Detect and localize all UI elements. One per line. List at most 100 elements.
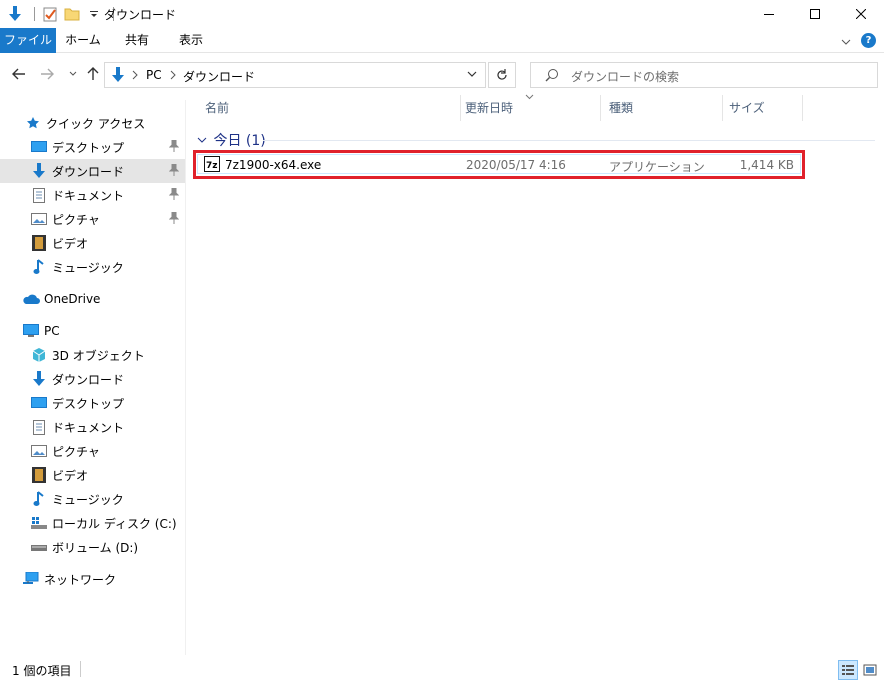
navigation-bar: PC ダウンロード ダウンロードの検索 [0,53,884,95]
forward-button[interactable] [38,65,56,83]
download-icon [30,370,48,388]
sidebar-item-videos[interactable]: ビデオ [0,231,185,255]
sidebar-item-label: OneDrive [44,292,101,306]
back-button[interactable] [10,65,28,83]
pin-icon [168,163,180,179]
sidebar-item-volume-d[interactable]: ボリューム (D:) [0,535,185,559]
minimize-button[interactable] [746,0,792,28]
breadcrumb-downloads[interactable]: ダウンロード [183,68,255,85]
sidebar-item-3d-objects[interactable]: 3D オブジェクト [0,343,185,367]
pin-icon [168,139,180,155]
sidebar-item-network[interactable]: ネットワーク [0,567,185,591]
sidebar-item-label: デスクトップ [52,140,125,155]
group-label: 今日 (1) [213,133,266,149]
music-icon [30,490,48,508]
breadcrumb-separator-icon [170,69,176,83]
column-header-name[interactable]: 名前 [199,95,461,121]
sidebar-item-pc-documents[interactable]: ドキュメント [0,415,185,439]
sidebar-item-label: ボリューム (D:) [52,540,139,555]
sidebar-item-pc-music[interactable]: ミュージック [0,487,185,511]
sidebar-item-label: ビデオ [52,468,89,483]
cube-icon [30,346,48,364]
group-collapse-icon[interactable] [197,133,211,149]
new-folder-icon[interactable] [63,5,81,23]
network-icon [22,570,40,588]
sidebar-item-onedrive[interactable]: OneDrive [0,287,185,311]
download-icon [30,162,48,180]
ribbon-controls: ? [841,33,876,48]
navigation-pane: クイック アクセス デスクトップ ダウンロード ドキュメント ピクチャ ビデオ [0,100,186,655]
address-dropdown-icon[interactable] [467,67,477,84]
sidebar-item-pc[interactable]: PC [0,319,185,343]
sidebar-item-label: クイック アクセス [46,116,146,131]
cloud-icon [22,290,40,308]
group-divider [263,140,875,141]
sidebar-item-label: ローカル ディスク (C:) [52,516,177,531]
download-icon [111,67,125,86]
sidebar-item-label: ドキュメント [52,188,125,203]
sidebar-item-documents[interactable]: ドキュメント [0,183,185,207]
ribbon-tabs: ファイル ホーム 共有 表示 ? [0,28,884,53]
search-input[interactable]: ダウンロードの検索 [571,68,679,85]
star-icon [24,114,42,132]
address-bar[interactable]: PC ダウンロード [104,62,486,88]
desktop-icon [30,138,48,156]
sidebar-item-desktop[interactable]: デスクトップ [0,135,185,159]
group-header-today[interactable]: 今日 (1) [195,130,266,150]
music-icon [30,258,48,276]
column-header-size[interactable]: サイズ [723,95,803,121]
pin-icon [168,187,180,203]
sidebar-item-local-disk-c[interactable]: ローカル ディスク (C:) [0,511,185,535]
computer-icon [22,322,40,340]
sidebar-item-label: ネットワーク [44,572,117,587]
tab-file[interactable]: ファイル [0,28,56,53]
sidebar-item-downloads[interactable]: ダウンロード [0,159,185,183]
sidebar-item-label: ミュージック [52,492,124,507]
customize-toolbar-icon[interactable] [85,5,103,23]
tab-share[interactable]: 共有 [112,28,162,53]
sidebar-item-label: ミュージック [52,260,124,275]
pictures-icon [30,210,48,228]
divider [80,661,81,677]
sidebar-item-pc-downloads[interactable]: ダウンロード [0,367,185,391]
video-icon [30,234,48,252]
sidebar-item-quick-access[interactable]: クイック アクセス [0,111,185,135]
sidebar-item-label: PC [44,324,60,338]
item-count: 1 個の項目 [12,664,72,678]
download-folder-icon [6,5,24,23]
document-icon [30,186,48,204]
sidebar-item-pc-pictures[interactable]: ピクチャ [0,439,185,463]
tab-view[interactable]: 表示 [166,28,216,53]
sidebar-item-label: デスクトップ [52,396,125,411]
search-icon [545,68,559,85]
breadcrumb-separator-icon [132,69,138,83]
windows-drive-icon [30,514,48,532]
column-header-type[interactable]: 種類 [603,95,723,121]
sidebar-item-music[interactable]: ミュージック [0,255,185,279]
document-icon [30,418,48,436]
pin-icon [168,211,180,227]
sidebar-item-pc-desktop[interactable]: デスクトップ [0,391,185,415]
up-button[interactable] [84,65,102,83]
sidebar-item-label: ダウンロード [52,164,125,179]
maximize-button[interactable] [792,0,838,28]
close-button[interactable] [838,0,884,28]
breadcrumb-pc[interactable]: PC [146,68,162,82]
properties-icon[interactable] [41,5,59,23]
refresh-button[interactable] [488,62,516,88]
search-box[interactable]: ダウンロードの検索 [530,62,878,88]
sort-indicator-icon [525,93,534,103]
sidebar-item-label: ドキュメント [52,420,125,435]
pictures-icon [30,442,48,460]
recent-locations-button[interactable] [64,65,82,83]
sidebar-item-label: ピクチャ [52,444,100,459]
title-bar: ダウンロード [0,0,884,28]
sidebar-item-pictures[interactable]: ピクチャ [0,207,185,231]
details-view-button[interactable] [838,660,858,680]
help-icon[interactable]: ? [861,33,876,48]
sidebar-item-pc-videos[interactable]: ビデオ [0,463,185,487]
expand-ribbon-icon[interactable] [841,34,851,48]
large-icons-view-button[interactable] [860,660,880,680]
sidebar-item-label: 3D オブジェクト [52,348,145,363]
tab-home[interactable]: ホーム [58,28,108,53]
